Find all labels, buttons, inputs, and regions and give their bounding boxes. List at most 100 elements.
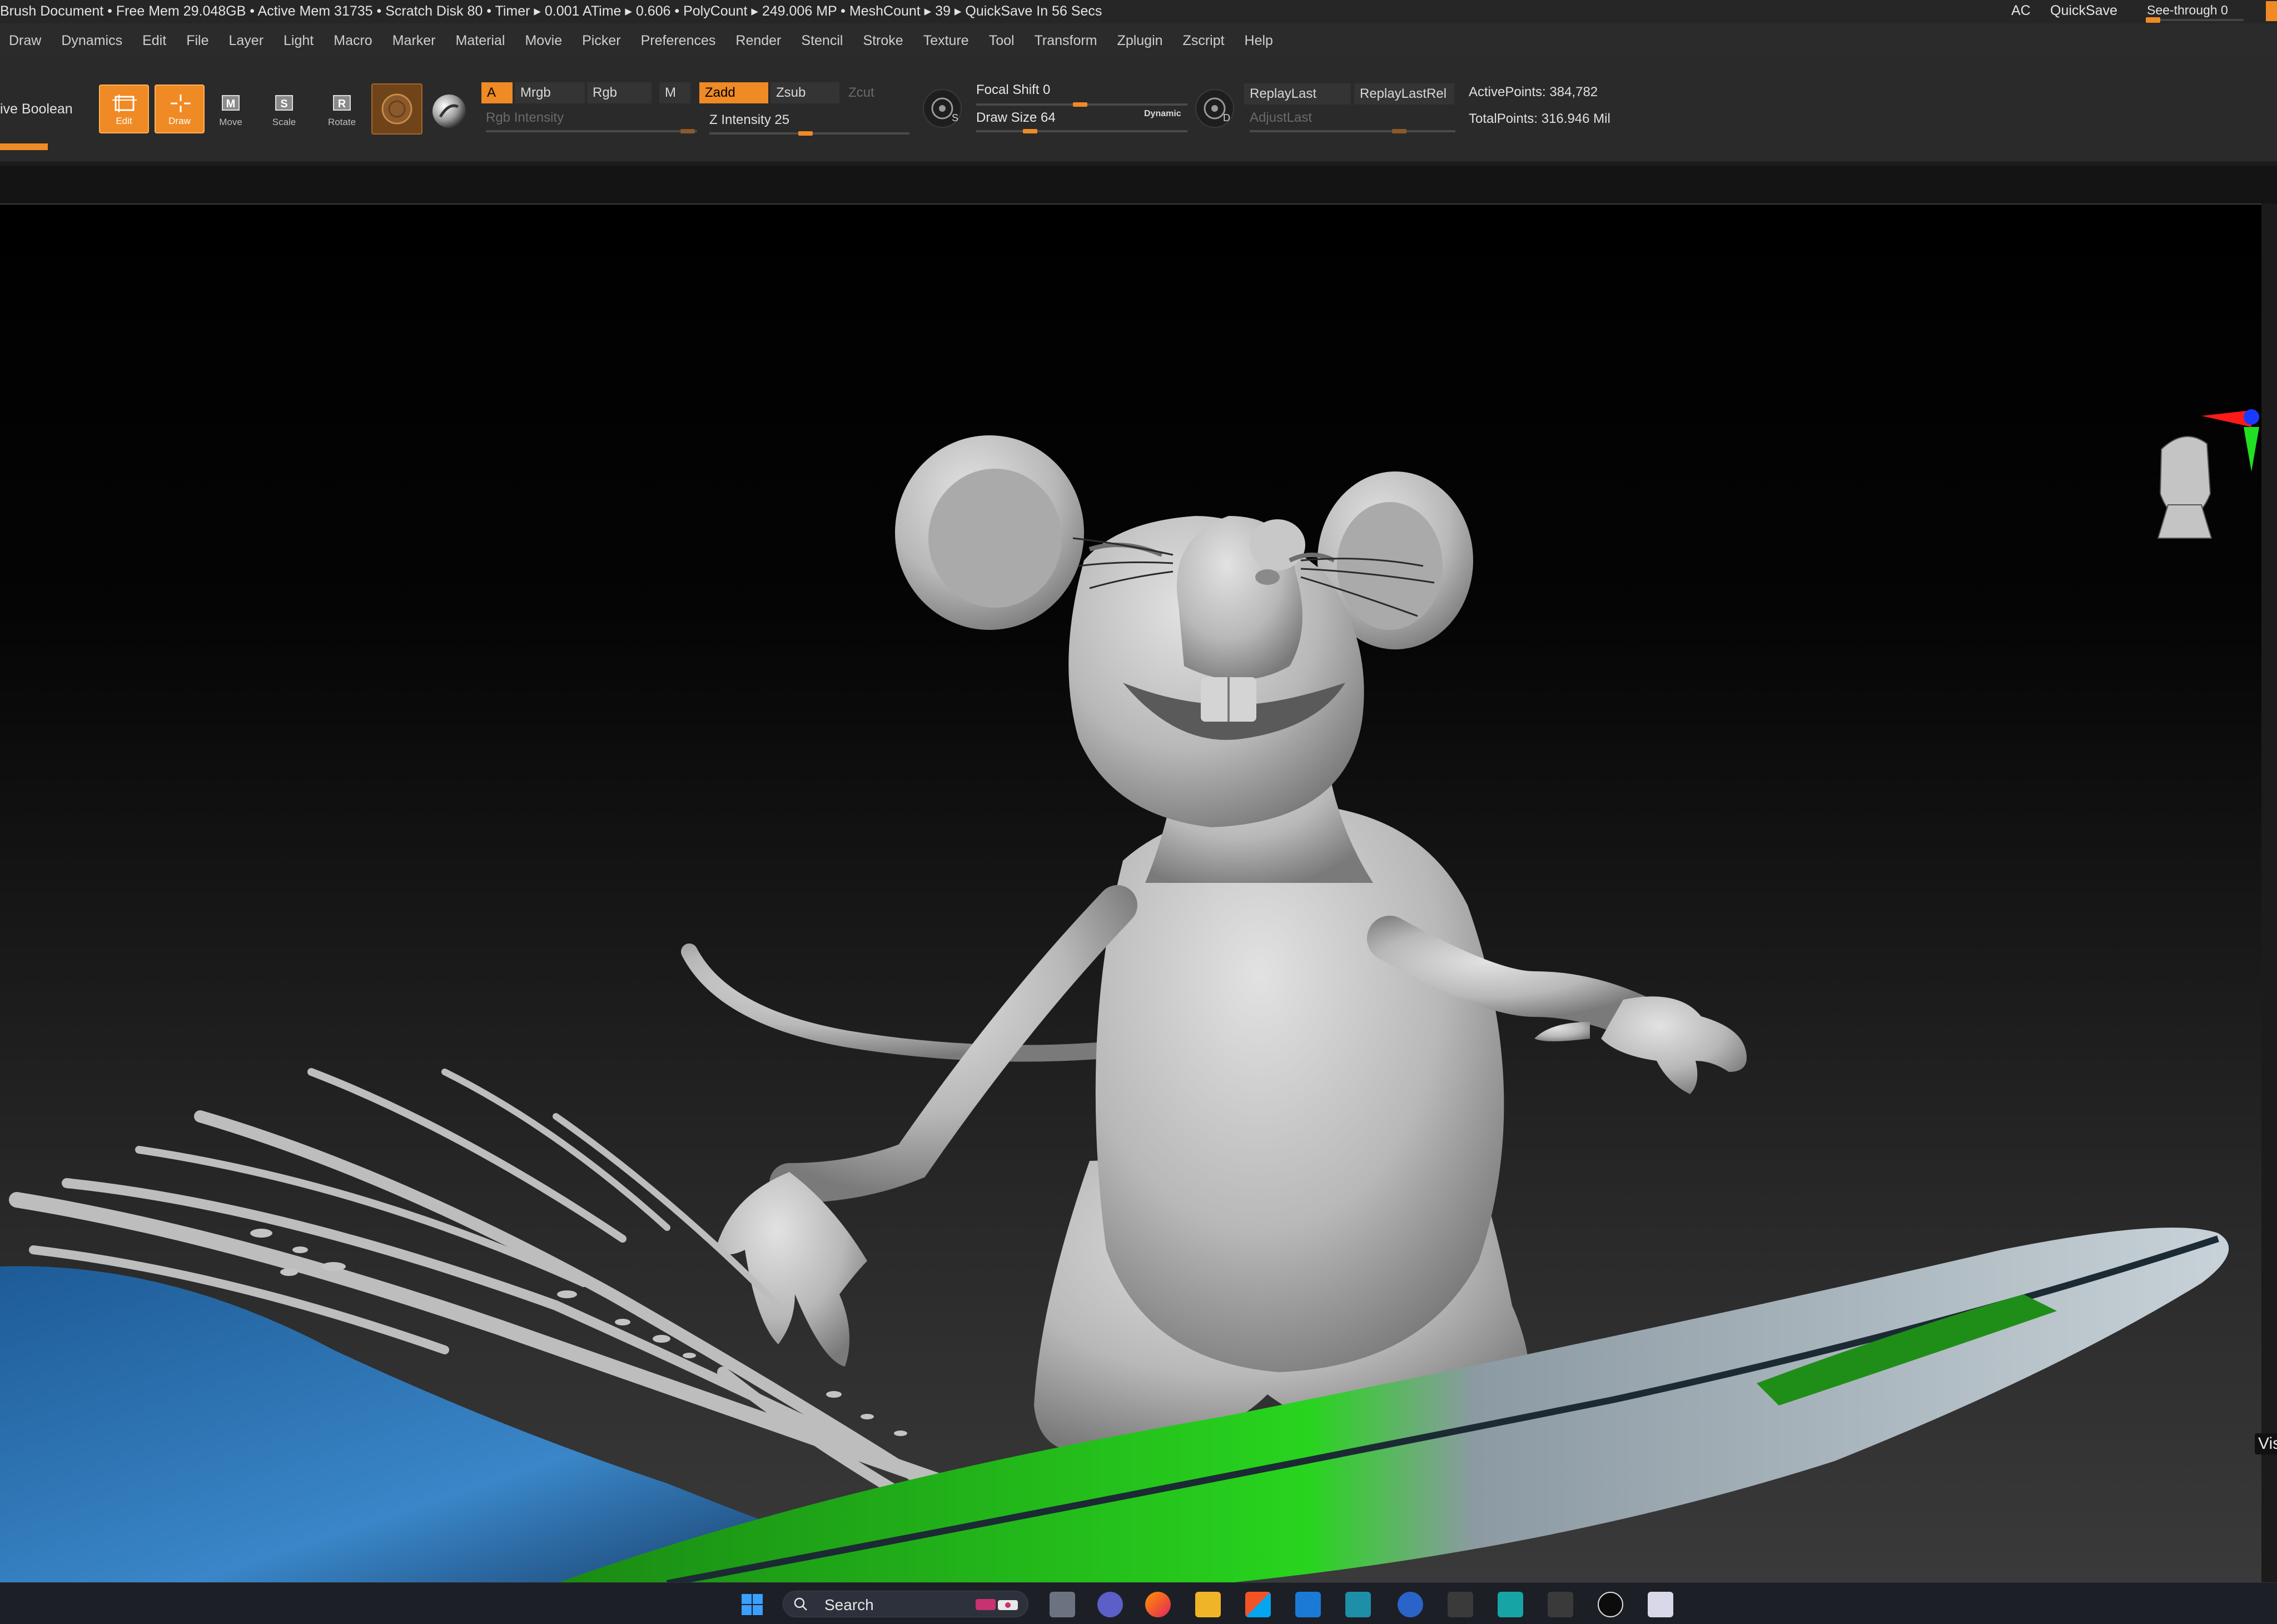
menu-texture[interactable]: Texture — [914, 33, 980, 49]
snipping-tool-icon[interactable] — [1648, 1592, 1673, 1617]
edit-button[interactable]: Edit — [99, 85, 149, 133]
focal-shift-knob[interactable] — [1073, 102, 1087, 107]
teams-icon[interactable] — [1097, 1592, 1123, 1617]
total-points-readout: TotalPoints: 316.946 Mil — [1469, 111, 1610, 126]
draw-button[interactable]: Draw — [155, 85, 205, 133]
rgb-button[interactable]: Rgb — [587, 82, 652, 103]
quicksave-button[interactable]: QuickSave — [2050, 3, 2117, 19]
mouse-nose — [1250, 519, 1305, 570]
task-view-icon[interactable] — [1050, 1592, 1075, 1617]
search-highlight-icon — [976, 1599, 1018, 1610]
draw-size-slider[interactable] — [976, 130, 1187, 132]
menu-macro[interactable]: Macro — [325, 33, 383, 49]
material-sphere-icon — [432, 95, 466, 128]
unreal-icon[interactable] — [1598, 1592, 1623, 1617]
menu-dynamics[interactable]: Dynamics — [52, 33, 133, 49]
3ds-max-icon[interactable] — [1345, 1592, 1371, 1617]
menu-stroke[interactable]: Stroke — [854, 33, 914, 49]
edit-icon — [112, 95, 137, 112]
menu-picker[interactable]: Picker — [573, 33, 632, 49]
brush-icon — [381, 93, 412, 125]
taskbar: Search — [0, 1582, 2277, 1624]
menu-marker[interactable]: Marker — [384, 33, 447, 49]
menu-layer[interactable]: Layer — [220, 33, 275, 49]
adjust-last-label: AdjustLast — [1250, 110, 1312, 125]
tool-shelf: ive Boolean Edit Draw M Move S Scale R R… — [0, 58, 2277, 161]
focal-shift-s-button[interactable]: S — [923, 89, 962, 128]
zadd-button[interactable]: Zadd — [699, 82, 768, 103]
menu-edit[interactable]: Edit — [133, 33, 177, 49]
shelf-separator — [0, 161, 2277, 166]
menu-light[interactable]: Light — [275, 33, 325, 49]
ac-button[interactable]: AC — [2011, 3, 2031, 19]
scale-button[interactable]: S Scale — [259, 85, 309, 133]
mail-icon[interactable] — [1295, 1592, 1321, 1617]
menu-transform[interactable]: Transform — [1026, 33, 1108, 49]
mouse-right-thumb — [1534, 1022, 1590, 1041]
menu-zplugin[interactable]: Zplugin — [1108, 33, 1174, 49]
adjust-last-knob[interactable] — [1392, 129, 1406, 133]
mouse-right-hand — [1601, 996, 1747, 1094]
scale-icon: S — [275, 95, 293, 111]
menu-edge-button[interactable] — [2266, 1, 2277, 21]
browser-icon[interactable] — [1398, 1592, 1423, 1617]
zcut-button[interactable]: Zcut — [843, 82, 896, 103]
scale-label: Scale — [272, 117, 296, 127]
file-explorer-icon[interactable] — [1195, 1592, 1221, 1617]
menu-preferences[interactable]: Preferences — [632, 33, 727, 49]
rotate-button[interactable]: R Rotate — [317, 85, 367, 133]
draw-size-knob[interactable] — [1023, 129, 1037, 133]
m-button[interactable]: M — [659, 82, 690, 103]
move-button[interactable]: M Move — [206, 85, 256, 133]
svg-text:D: D — [1223, 112, 1230, 123]
mrgb-button[interactable]: Mrgb — [515, 82, 585, 103]
rgb-intensity-slider[interactable] — [486, 130, 697, 132]
menu-bar: Draw Dynamics Edit File Layer Light Macro Marke… — [0, 23, 2277, 58]
brush-selector[interactable] — [371, 83, 422, 135]
menu-zscript[interactable]: Zscript — [1174, 33, 1236, 49]
firefox-icon[interactable] — [1145, 1592, 1171, 1617]
z-intensity-knob[interactable] — [798, 131, 813, 136]
axis-gizmo — [2201, 409, 2259, 471]
status-readout: Brush Document • Free Mem 29.048GB • Act… — [0, 3, 1102, 19]
menu-stencil[interactable]: Stencil — [792, 33, 854, 49]
material-selector[interactable] — [429, 91, 469, 131]
store-icon[interactable] — [1245, 1592, 1271, 1617]
live-boolean-button[interactable]: ive Boolean — [0, 101, 73, 117]
sculpt-scene — [0, 409, 2259, 1583]
rotate-label: Rotate — [327, 117, 356, 127]
svg-text:S: S — [952, 112, 958, 123]
windows-start-icon[interactable] — [739, 1592, 765, 1617]
menu-movie[interactable]: Movie — [516, 33, 573, 49]
zbrush-icon[interactable] — [1448, 1592, 1473, 1617]
replay-last-rel-button[interactable]: ReplayLastRel — [1354, 83, 1454, 105]
dynamic-toggle[interactable]: Dynamic — [1144, 109, 1181, 119]
move-icon: M — [222, 95, 240, 111]
rgb-intensity-label: Rgb Intensity — [486, 110, 564, 125]
viewport-canvas[interactable] — [0, 203, 2261, 1583]
seethrough-slider[interactable] — [2146, 19, 2244, 21]
svg-text:R: R — [338, 98, 346, 110]
live-boolean-indicator — [0, 143, 48, 150]
focal-shift-d-button[interactable]: D — [1195, 89, 1234, 128]
zbrush-alt-icon[interactable] — [1548, 1592, 1573, 1617]
a-button[interactable]: A — [481, 82, 513, 103]
menu-draw[interactable]: Draw — [0, 33, 52, 49]
seethrough-label: See-through 0 — [2147, 3, 2228, 17]
seethrough-slider-knob[interactable] — [2146, 17, 2160, 23]
head-navigator — [2157, 436, 2213, 539]
visibility-tab[interactable]: Vis — [2255, 1433, 2277, 1454]
zsub-button[interactable]: Zsub — [770, 82, 839, 103]
maya-icon[interactable] — [1498, 1592, 1523, 1617]
taskbar-search[interactable]: Search — [783, 1591, 1028, 1617]
menu-render[interactable]: Render — [727, 33, 792, 49]
title-bar: Brush Document • Free Mem 29.048GB • Act… — [0, 0, 2277, 24]
menu-help[interactable]: Help — [1236, 33, 1284, 49]
rgb-intensity-knob[interactable] — [680, 129, 695, 133]
menu-file[interactable]: File — [177, 33, 220, 49]
menu-material[interactable]: Material — [447, 33, 516, 49]
canvas-header-strip — [0, 166, 2277, 203]
menu-tool[interactable]: Tool — [980, 33, 1026, 49]
adjust-last-slider[interactable] — [1250, 130, 1455, 132]
replay-last-button[interactable]: ReplayLast — [1244, 83, 1351, 105]
